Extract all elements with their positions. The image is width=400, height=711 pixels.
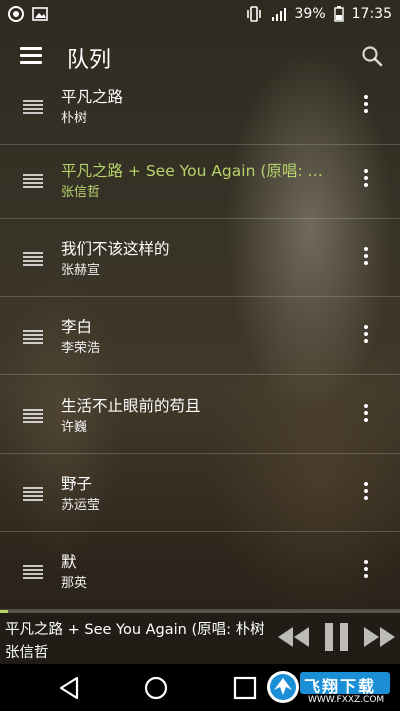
now-playing-bar[interactable]: 平凡之路 + See You Again (原唱: 朴树 / 张信哲 (0, 610, 400, 664)
queue-list: 平凡之路朴树平凡之路 + See You Again (原唱: 朴… 张信哲我们不… (0, 86, 400, 610)
now-playing-title: 平凡之路 + See You Again (原唱: 朴树 / (5, 622, 267, 638)
drag-handle-icon[interactable] (23, 100, 43, 114)
song-title: 李白 (61, 318, 93, 336)
vibrate-icon (245, 6, 263, 22)
drag-handle-icon[interactable] (23, 565, 43, 579)
more-options-icon[interactable] (359, 482, 373, 504)
signal-icon (271, 7, 287, 21)
drag-handle-icon[interactable] (23, 409, 43, 423)
queue-item[interactable]: 默那英 (0, 532, 400, 610)
watermark-logo: 飞翔下载 WWW.FXXZ.COM (264, 668, 392, 706)
status-bar: 39% 17:35 (0, 0, 400, 28)
now-playing-artist: 张信哲 (5, 645, 49, 661)
recents-icon[interactable] (231, 674, 259, 702)
search-icon[interactable] (360, 44, 384, 68)
fast-forward-icon[interactable] (363, 624, 397, 650)
drag-handle-icon[interactable] (23, 487, 43, 501)
queue-item[interactable]: 李白 李荣浩 (0, 297, 400, 375)
song-artist: 李荣浩 (61, 341, 101, 356)
menu-icon[interactable] (20, 47, 42, 65)
home-icon[interactable] (142, 674, 170, 702)
queue-item[interactable]: 平凡之路 朴树 (0, 86, 400, 145)
song-title: 平凡之路 + See You Again (原唱: 朴… (61, 162, 331, 180)
song-artist: 张信哲 (61, 185, 101, 200)
pause-icon[interactable] (323, 623, 351, 651)
song-title: 生活不止眼前的苟且 (61, 397, 201, 415)
song-artist: 朴树 (61, 111, 88, 126)
drag-handle-icon[interactable] (23, 174, 43, 188)
page-title: 队列 (67, 48, 112, 73)
song-artist: 那英 (61, 576, 88, 591)
rewind-icon[interactable] (276, 624, 310, 650)
more-options-icon[interactable] (359, 95, 373, 117)
queue-item[interactable]: 野子 苏运莹 (0, 454, 400, 532)
song-title: 我们不该这样的 (61, 240, 170, 258)
queue-item[interactable]: 我们不该这样的 张赫宣 (0, 219, 400, 297)
navigation-bar: 飞翔下载 WWW.FXXZ.COM (0, 664, 400, 711)
song-title: 平凡之路 (61, 88, 124, 106)
battery-percent: 39% (294, 6, 326, 22)
song-title: 野子 (61, 475, 93, 493)
watermark-text: 飞翔下载 (304, 677, 377, 696)
more-options-icon[interactable] (359, 169, 373, 191)
more-options-icon[interactable] (359, 404, 373, 426)
queue-item[interactable]: 平凡之路 + See You Again (原唱: 朴… 张信哲 (0, 141, 400, 219)
song-artist: 张赫宣 (61, 263, 101, 278)
drag-handle-icon[interactable] (23, 252, 43, 266)
more-options-icon[interactable] (359, 325, 373, 347)
clock: 17:35 (351, 6, 392, 22)
back-icon[interactable] (56, 674, 84, 702)
progress-fill (0, 610, 8, 613)
song-title: 默 (61, 553, 77, 571)
watermark-url: WWW.FXXZ.COM (308, 695, 385, 705)
progress-bar[interactable] (0, 610, 400, 613)
battery-icon (333, 6, 344, 22)
app-bar: 队列 (0, 28, 400, 86)
song-artist: 苏运莹 (61, 498, 101, 513)
more-options-icon[interactable] (359, 247, 373, 269)
more-options-icon[interactable] (359, 560, 373, 582)
notification-circle-icon (8, 6, 24, 22)
drag-handle-icon[interactable] (23, 330, 43, 344)
queue-item[interactable]: 生活不止眼前的苟且 许巍 (0, 376, 400, 454)
image-icon (32, 7, 48, 21)
song-artist: 许巍 (61, 420, 88, 435)
